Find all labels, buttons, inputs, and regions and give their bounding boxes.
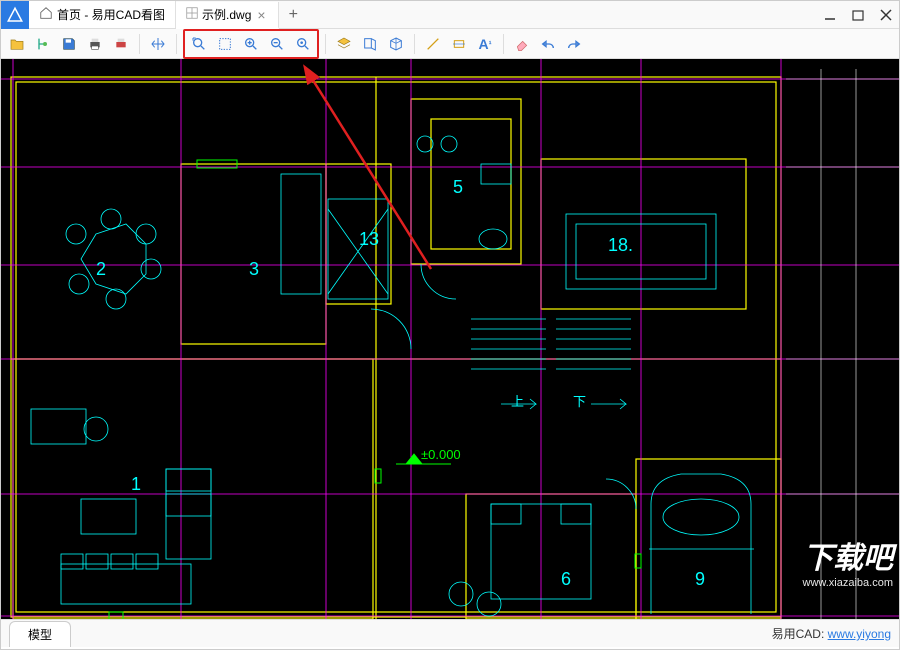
measure-line-button[interactable]	[421, 32, 445, 56]
tab-file[interactable]: 示例.dwg ×	[176, 2, 279, 29]
footer-credit: 易用CAD: www.yiyong	[772, 625, 891, 642]
room-label: 1	[131, 474, 141, 495]
footer: 模型 易用CAD: www.yiyong	[1, 619, 899, 647]
room-label: 3	[249, 259, 259, 280]
tab-home[interactable]: 首页 - 易用CAD看图	[29, 1, 176, 28]
maximize-button[interactable]	[849, 6, 867, 24]
new-tab-button[interactable]: +	[279, 6, 308, 24]
elevation-label: ±0.000	[421, 447, 461, 462]
zoom-tool-group	[183, 29, 319, 59]
room-label: 6	[561, 569, 571, 590]
app-logo	[1, 1, 29, 29]
tab-file-label: 示例.dwg	[202, 6, 251, 23]
zoom-window-button[interactable]	[213, 32, 237, 56]
window-close-button[interactable]	[877, 6, 895, 24]
folder-tree-button[interactable]	[31, 32, 55, 56]
undo-button[interactable]	[536, 32, 560, 56]
3d-button[interactable]	[384, 32, 408, 56]
zoom-realtime-button[interactable]	[291, 32, 315, 56]
room-label: 2	[96, 259, 106, 280]
room-label: 13	[359, 229, 379, 250]
footer-app-name: 易用CAD:	[772, 627, 825, 641]
print2-button[interactable]	[109, 32, 133, 56]
tab-home-label: 首页 - 易用CAD看图	[57, 6, 165, 23]
separator	[503, 34, 504, 54]
pan-button[interactable]	[146, 32, 170, 56]
footer-link[interactable]: www.yiyong	[828, 627, 891, 641]
window-controls	[821, 1, 895, 29]
print-button[interactable]	[83, 32, 107, 56]
drawing-canvas[interactable]: 1 2 3 5 6 9 13 18. ±0.000 上 下 下载吧 www.xi…	[1, 59, 899, 619]
open-button[interactable]	[5, 32, 29, 56]
layers-button[interactable]	[332, 32, 356, 56]
room-label: 9	[695, 569, 705, 590]
separator	[139, 34, 140, 54]
model-tab[interactable]: 模型	[9, 621, 71, 647]
home-icon	[39, 6, 53, 23]
separator	[176, 34, 177, 54]
redo-button[interactable]	[562, 32, 586, 56]
text-button[interactable]: A¹	[473, 32, 497, 56]
stair-down-label: 下	[573, 391, 586, 410]
model-button[interactable]	[358, 32, 382, 56]
room-label: 18.	[608, 235, 633, 256]
room-label: 5	[453, 177, 463, 198]
stair-up-label: 上	[511, 391, 524, 410]
erase-button[interactable]	[510, 32, 534, 56]
save-button[interactable]	[57, 32, 81, 56]
separator	[414, 34, 415, 54]
grid-icon	[186, 7, 198, 22]
titlebar: 首页 - 易用CAD看图 示例.dwg × +	[1, 1, 899, 29]
floorplan-svg	[1, 59, 899, 619]
close-icon[interactable]: ×	[255, 7, 267, 23]
zoom-out-button[interactable]	[265, 32, 289, 56]
separator	[325, 34, 326, 54]
measure-area-button[interactable]	[447, 32, 471, 56]
zoom-extents-button[interactable]	[187, 32, 211, 56]
toolbar: A¹	[1, 29, 899, 59]
minimize-button[interactable]	[821, 6, 839, 24]
zoom-in-button[interactable]	[239, 32, 263, 56]
